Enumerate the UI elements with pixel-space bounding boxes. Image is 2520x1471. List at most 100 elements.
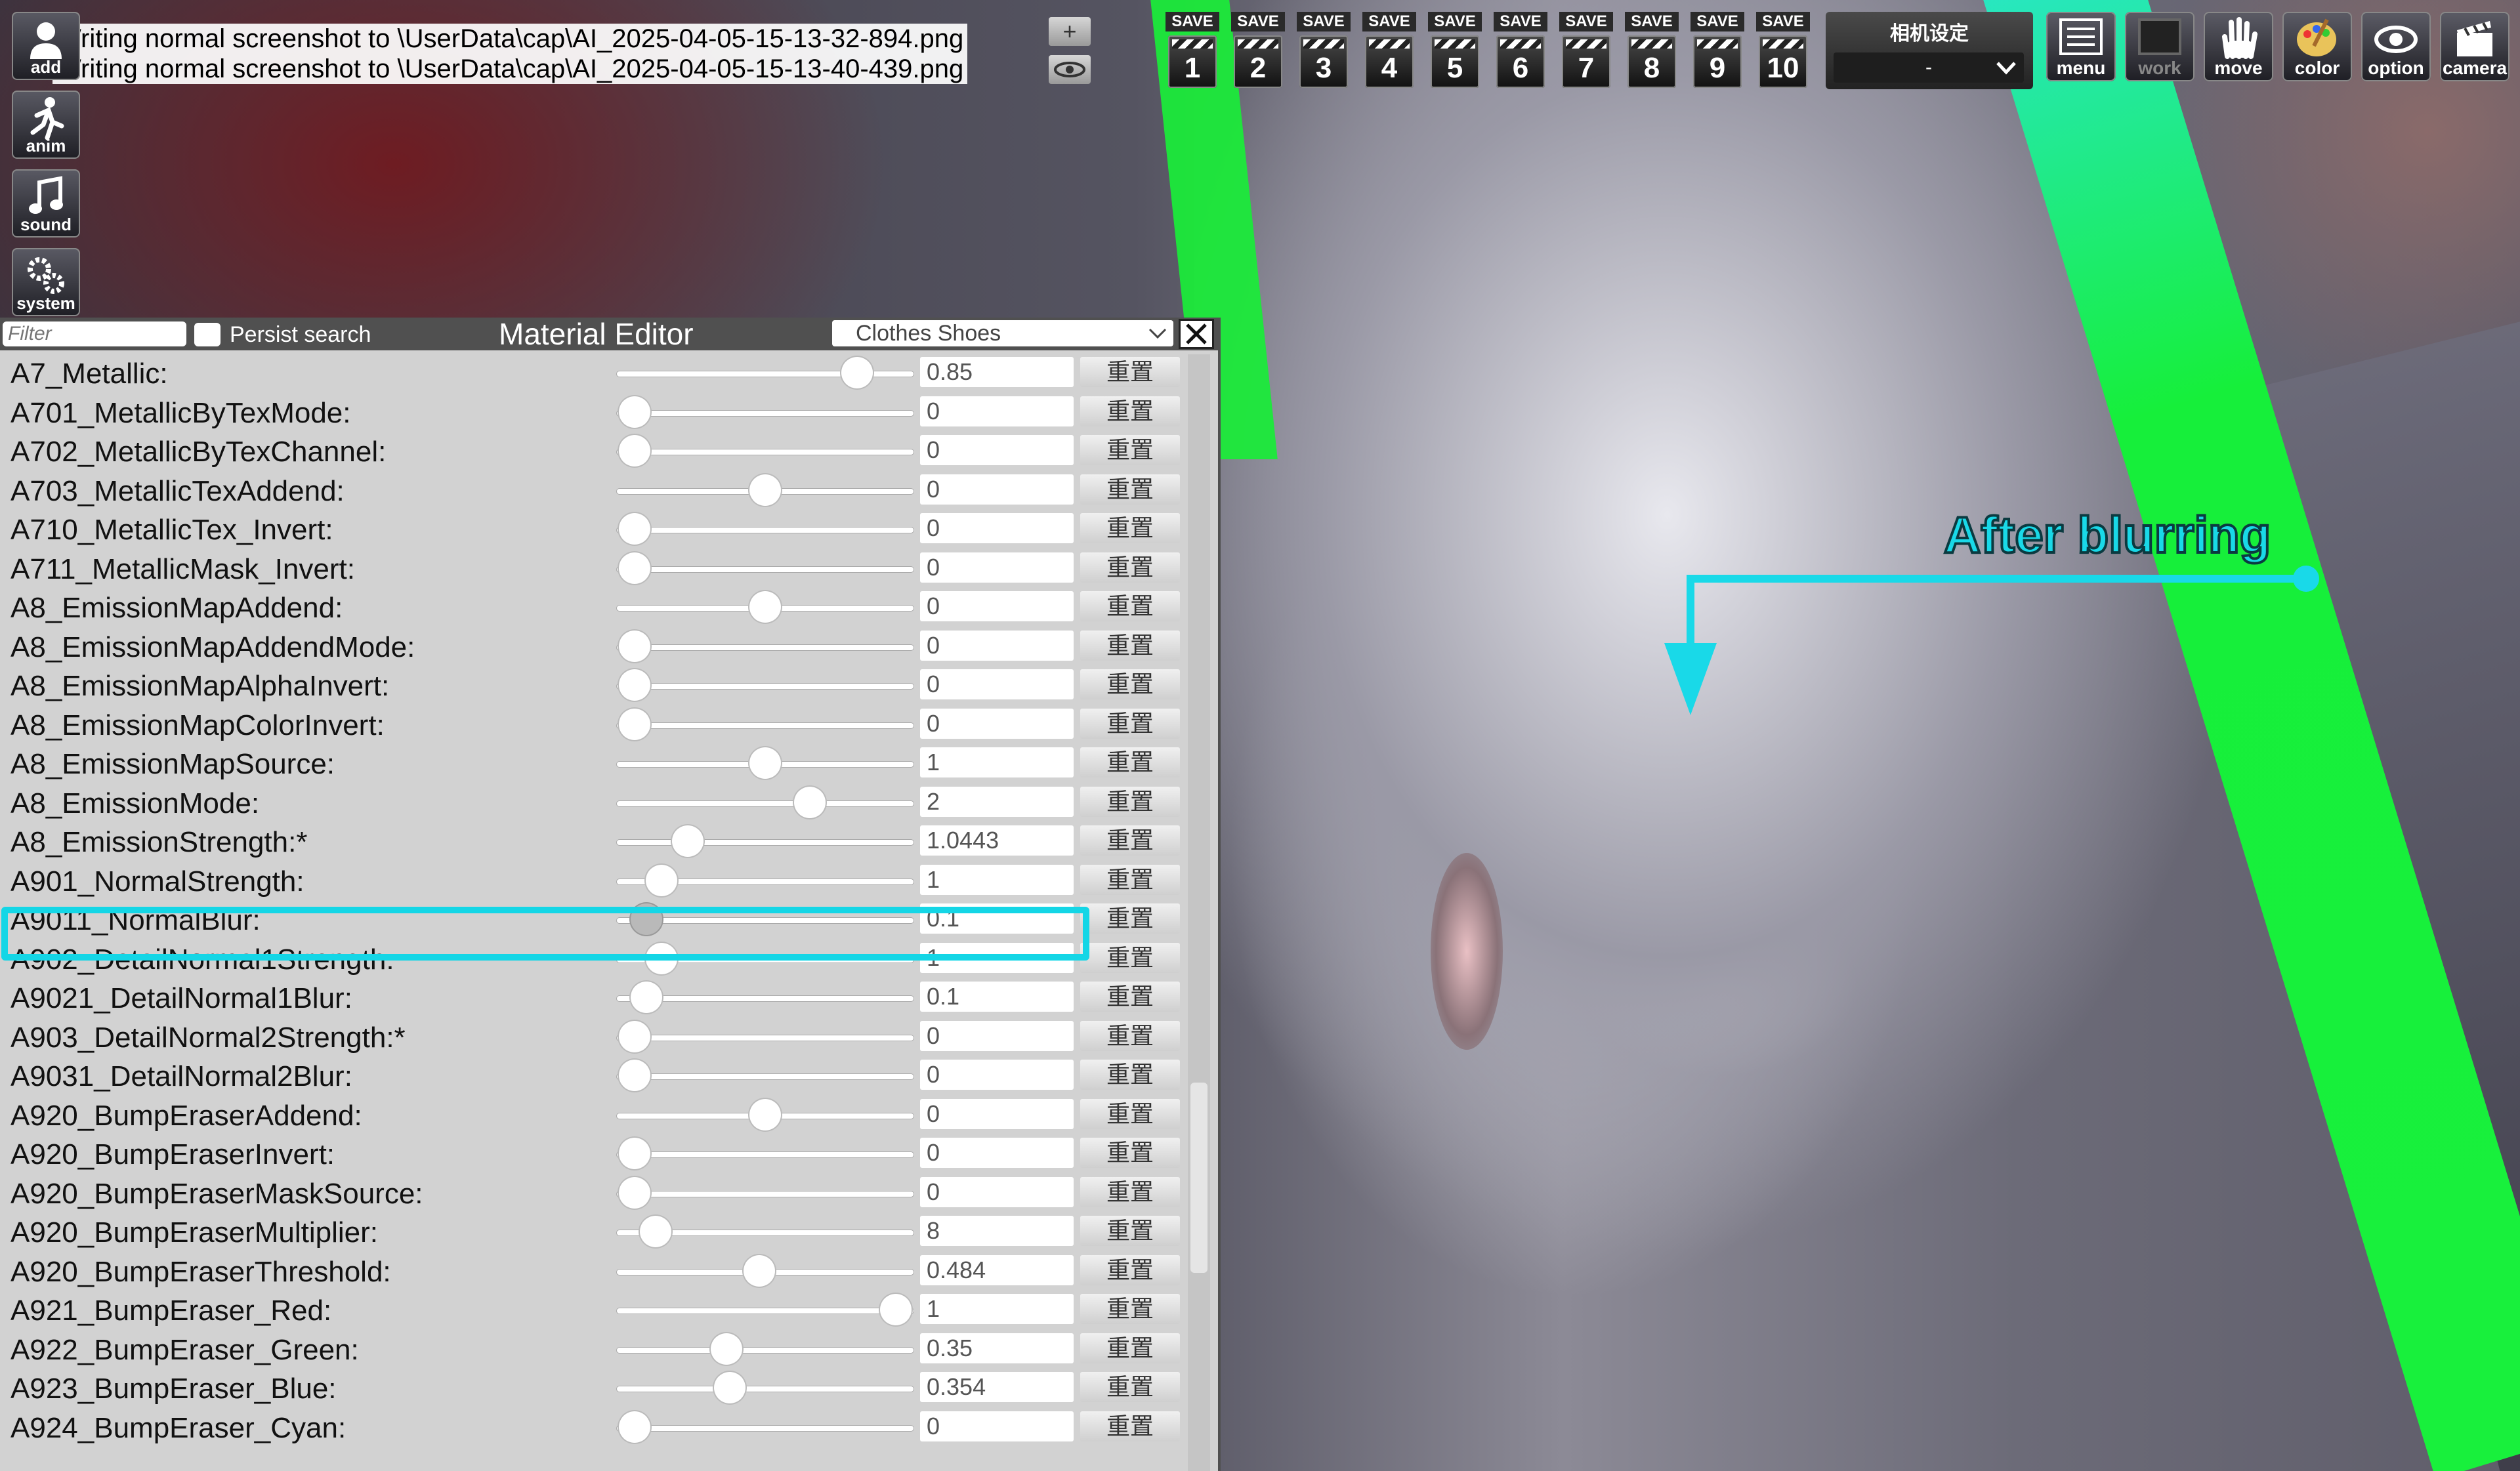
reset-button[interactable]: 重置 [1080,786,1180,817]
param-slider-thumb[interactable] [672,825,704,857]
reset-button[interactable]: 重置 [1080,1254,1180,1285]
reset-button[interactable]: 重置 [1080,708,1180,739]
reset-button[interactable]: 重置 [1080,825,1180,856]
reset-button[interactable]: 重置 [1080,474,1180,505]
param-slider-thumb[interactable] [749,591,781,623]
param-slider-thumb[interactable] [619,1411,651,1443]
param-slider-thumb[interactable] [619,1138,651,1169]
param-slider-thumb[interactable] [619,1176,651,1209]
param-value-field[interactable]: 0.1 [920,982,1074,1012]
reset-button[interactable]: 重置 [1080,396,1180,426]
param-slider[interactable] [617,449,914,455]
param-slider[interactable] [617,410,914,416]
param-slider-thumb[interactable] [619,513,651,545]
save-slot-6[interactable]: SAVE 6 [1494,12,1547,92]
reset-button[interactable]: 重置 [1080,1333,1180,1363]
param-value-field[interactable]: 0.35 [920,1333,1074,1363]
param-value-field[interactable]: 0 [920,1020,1074,1051]
param-value-field[interactable]: 1 [920,747,1074,777]
save-slot-7[interactable]: SAVE 7 [1559,12,1613,92]
param-slider-thumb[interactable] [619,1060,651,1091]
param-slider[interactable] [617,566,914,572]
param-value-field[interactable]: 0 [920,669,1074,699]
param-slider[interactable] [617,1308,914,1314]
param-slider-thumb[interactable] [713,1372,746,1403]
reset-button[interactable]: 重置 [1080,1020,1180,1051]
reset-button[interactable]: 重置 [1080,747,1180,777]
param-value-field[interactable]: 0 [920,591,1074,621]
category-dropdown[interactable]: Clothes Shoes [832,320,1173,346]
reset-button[interactable]: 重置 [1080,1294,1180,1324]
param-slider-thumb[interactable] [619,435,651,466]
color-button[interactable]: color [2282,12,2352,81]
param-slider-thumb[interactable] [793,786,826,818]
reset-button[interactable]: 重置 [1080,669,1180,699]
param-slider-thumb[interactable] [879,1294,912,1325]
save-slot-10[interactable]: SAVE 10 [1756,12,1810,92]
param-slider-thumb[interactable] [631,982,663,1013]
param-value-field[interactable]: 0 [920,1138,1074,1168]
param-value-field[interactable]: 0 [920,474,1074,505]
param-slider-thumb[interactable] [743,1254,775,1287]
param-slider[interactable] [617,1191,914,1197]
param-slider-thumb[interactable] [619,630,651,662]
param-slider[interactable] [617,1425,914,1431]
param-slider-thumb[interactable] [645,864,677,896]
add-button[interactable]: add [12,12,80,80]
reset-button[interactable]: 重置 [1080,630,1180,661]
param-value-field[interactable]: 0 [920,513,1074,543]
param-slider[interactable] [617,1035,914,1041]
param-value-field[interactable]: 0 [920,708,1074,739]
param-slider-thumb[interactable] [841,357,873,388]
save-slot-2[interactable]: SAVE 2 [1231,12,1285,92]
reset-button[interactable]: 重置 [1080,1411,1180,1441]
reset-button[interactable]: 重置 [1080,1138,1180,1168]
reset-button[interactable]: 重置 [1080,982,1180,1012]
save-slot-5[interactable]: SAVE 5 [1428,12,1482,92]
reset-button[interactable]: 重置 [1080,1216,1180,1246]
param-slider-thumb[interactable] [711,1333,743,1365]
reset-button[interactable]: 重置 [1080,552,1180,583]
param-value-field[interactable]: 0.354 [920,1372,1074,1402]
system-button[interactable]: system [12,248,80,316]
filter-input[interactable] [3,321,186,346]
param-slider[interactable] [617,800,914,806]
reset-button[interactable]: 重置 [1080,513,1180,543]
param-value-field[interactable]: 1.0443 [920,825,1074,856]
param-value-field[interactable]: 0 [920,552,1074,583]
save-slot-4[interactable]: SAVE 4 [1362,12,1416,92]
anim-button[interactable]: anim [12,91,80,159]
reset-button[interactable]: 重置 [1080,591,1180,621]
param-slider[interactable] [617,1152,914,1157]
param-slider[interactable] [617,528,914,533]
reset-button[interactable]: 重置 [1080,942,1180,973]
save-slot-3[interactable]: SAVE 3 [1297,12,1351,92]
work-button[interactable]: work [2125,12,2194,81]
camera-settings-dropdown[interactable]: - [1834,52,2024,83]
reset-button[interactable]: 重置 [1080,903,1180,934]
param-slider[interactable] [617,840,914,845]
param-value-field[interactable]: 0.85 [920,357,1074,387]
scrollbar[interactable] [1188,354,1210,1471]
param-value-field[interactable]: 0 [920,1098,1074,1129]
param-value-field[interactable]: 1 [920,1294,1074,1324]
move-button[interactable]: move [2204,12,2273,81]
param-value-field[interactable]: 0 [920,1411,1074,1441]
param-slider[interactable] [617,1386,914,1392]
reset-button[interactable]: 重置 [1080,435,1180,465]
param-slider[interactable] [617,722,914,728]
camera-button[interactable]: camera [2440,12,2510,81]
param-slider[interactable] [617,644,914,650]
param-value-field[interactable]: 8 [920,1216,1074,1246]
param-slider-thumb[interactable] [639,1216,671,1247]
param-value-field[interactable]: 0 [920,1060,1074,1090]
param-slider[interactable] [617,1074,914,1079]
reset-button[interactable]: 重置 [1080,1176,1180,1207]
reset-button[interactable]: 重置 [1080,1060,1180,1090]
menu-button[interactable]: menu [2046,12,2116,81]
reset-button[interactable]: 重置 [1080,1372,1180,1402]
param-value-field[interactable]: 1 [920,864,1074,895]
sound-button[interactable]: sound [12,169,80,238]
param-slider[interactable] [617,684,914,689]
param-value-field[interactable]: 0 [920,630,1074,661]
